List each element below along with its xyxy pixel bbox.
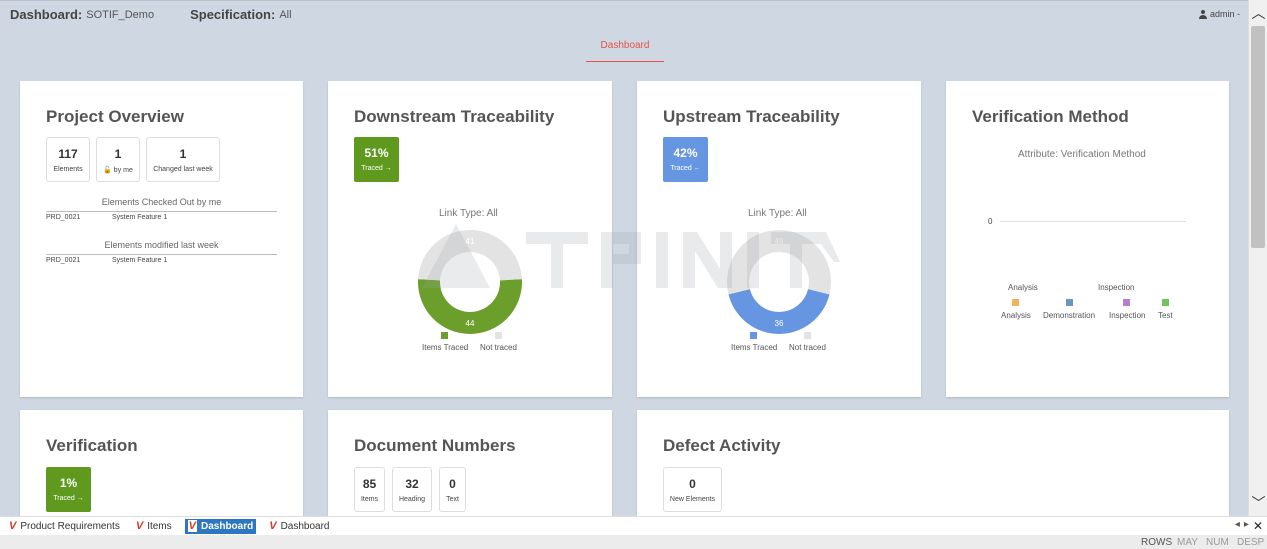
user-name: admin -	[1209, 9, 1240, 19]
heading-stat[interactable]: 32 Heading	[392, 467, 432, 512]
tab-dashboard[interactable]: Dashboard	[586, 38, 664, 62]
dashboard-value[interactable]: SOTIF_Demo	[86, 9, 154, 21]
status-rows: ROWS	[1141, 537, 1173, 548]
app-logo-icon: V	[269, 520, 277, 532]
card-title: Project Overview	[46, 107, 184, 126]
dashboard-header: Dashboard: SOTIF_Demo Specification: All…	[0, 0, 1248, 28]
text-stat[interactable]: 0 Text	[439, 467, 466, 512]
axis-tick-zero: 0	[988, 217, 993, 226]
divider	[46, 211, 277, 212]
bottom-tab-items[interactable]: V Items	[133, 519, 175, 534]
bottom-tab-dashboard[interactable]: V Dashboard	[266, 519, 332, 534]
dashboard-label: Dashboard:	[10, 7, 83, 22]
legend-swatch-inspection	[1123, 299, 1130, 306]
app-logo-icon: V	[9, 520, 17, 532]
legend-items-traced[interactable]: Items Traced	[731, 343, 777, 352]
table-row-name[interactable]: System Feature 1	[112, 257, 167, 264]
scroll-thumb[interactable]	[1251, 26, 1265, 248]
divider	[46, 254, 277, 255]
upstream-traceability-card: Upstream Traceability 42% Traced ← Link …	[637, 81, 921, 397]
specification-label: Specification:	[190, 7, 276, 22]
inspection-top-label: Inspection	[1098, 283, 1135, 292]
legend-test[interactable]: Test	[1158, 311, 1173, 320]
by-me-stat[interactable]: 1 🔓 by me	[96, 137, 140, 182]
elements-stat[interactable]: 117 Elements	[46, 137, 90, 182]
upstream-traced-badge[interactable]: 42% Traced ←	[663, 137, 708, 182]
tab-next-icon[interactable]: ▸	[1244, 519, 1249, 533]
upstream-donut-chart[interactable]: 36 49	[724, 227, 834, 337]
status-desp: DESP	[1237, 537, 1265, 548]
legend-analysis[interactable]: Analysis	[1001, 311, 1031, 320]
legend-not-traced[interactable]: Not traced	[789, 343, 826, 352]
donut-segment-not-traced-label: 41	[466, 237, 475, 246]
arrow-right-icon: →	[384, 165, 392, 172]
donut-segment-traced-label: 44	[466, 319, 475, 328]
legend-items-traced[interactable]: Items Traced	[422, 343, 468, 352]
project-overview-card: Project Overview 117 Elements 1 🔓 by me …	[20, 81, 303, 397]
arrow-right-icon: →	[76, 495, 84, 502]
items-stat[interactable]: 85 Items	[354, 467, 385, 512]
link-type-label[interactable]: Link Type: All	[439, 208, 498, 219]
card-title: Verification Method	[972, 107, 1129, 126]
card-title: Upstream Traceability	[663, 107, 840, 126]
analysis-top-label: Analysis	[1008, 283, 1038, 292]
donut-segment-not-traced-label: 49	[775, 237, 784, 246]
card-title: Verification	[46, 436, 138, 455]
scroll-down-icon[interactable]: ﹀	[1249, 494, 1267, 512]
bottom-tab-bar: V Product Requirements V Items V Dashboa…	[0, 516, 1267, 535]
legend-demonstration[interactable]: Demonstration	[1043, 311, 1095, 320]
table-row[interactable]: PRD_0021	[46, 257, 80, 264]
donut-segment-traced-label: 36	[775, 319, 784, 328]
verification-method-card: Verification Method Attribute: Verificat…	[946, 81, 1229, 397]
bottom-tab-product-requirements[interactable]: V Product Requirements	[6, 519, 123, 534]
table-row[interactable]: PRD_0021	[46, 214, 80, 221]
link-type-label[interactable]: Link Type: All	[748, 208, 807, 219]
downstream-traced-badge[interactable]: 51% Traced →	[354, 137, 399, 182]
status-may: MAY	[1177, 537, 1198, 548]
downstream-donut-chart[interactable]: 44 41	[415, 227, 525, 337]
legend-not-traced[interactable]: Not traced	[480, 343, 517, 352]
changed-last-week-stat[interactable]: 1 Changed last week	[146, 137, 220, 182]
new-elements-stat[interactable]: 0 New Elements	[663, 467, 722, 512]
app-logo-icon: V	[135, 520, 144, 532]
attribute-label: Attribute: Verification Method	[1018, 149, 1146, 160]
tab-prev-icon[interactable]: ◂	[1235, 519, 1240, 533]
document-numbers-card: Document Numbers 85 Items 32 Heading 0 T…	[328, 410, 612, 516]
legend-swatch-traced	[750, 332, 757, 339]
legend-swatch-analysis	[1012, 299, 1019, 306]
user-menu[interactable]: admin -	[1198, 9, 1240, 19]
axis-gridline	[1000, 221, 1186, 222]
card-title: Defect Activity	[663, 436, 781, 455]
tab-navigation: ◂ ▸ ✕	[1235, 519, 1263, 533]
legend-inspection[interactable]: Inspection	[1109, 311, 1145, 320]
status-bar: ROWS MAY NUM DESP	[0, 535, 1267, 549]
arrow-left-icon: ←	[693, 165, 701, 172]
legend-swatch-not-traced	[804, 332, 811, 339]
vertical-scrollbar[interactable]: ︿ ﹀	[1248, 0, 1267, 516]
verification-card: Verification 1% Traced →	[20, 410, 303, 516]
downstream-traceability-card: Downstream Traceability 51% Traced → Lin…	[328, 81, 612, 397]
specification-value[interactable]: All	[279, 9, 291, 21]
legend-swatch-demonstration	[1066, 299, 1073, 306]
legend-swatch-traced	[441, 332, 448, 339]
card-title: Downstream Traceability	[354, 107, 555, 126]
user-icon	[1198, 9, 1207, 19]
checked-out-heading: Elements Checked Out by me	[101, 197, 222, 207]
table-row-name[interactable]: System Feature 1	[112, 214, 167, 221]
defect-activity-card: Defect Activity 0 New Elements	[637, 410, 1229, 516]
card-title: Document Numbers	[354, 436, 516, 455]
bottom-tab-dashboard-active[interactable]: V Dashboard	[184, 518, 257, 534]
legend-swatch-test	[1162, 299, 1169, 306]
scroll-up-icon[interactable]: ︿	[1249, 4, 1267, 22]
close-icon[interactable]: ✕	[1253, 519, 1263, 533]
legend-swatch-not-traced	[495, 332, 502, 339]
status-num: NUM	[1206, 537, 1229, 548]
modified-heading: Elements modified last week	[104, 240, 219, 250]
app-logo-icon: V	[187, 520, 197, 532]
lock-icon: 🔓	[103, 167, 112, 174]
verification-traced-badge[interactable]: 1% Traced →	[46, 467, 91, 512]
